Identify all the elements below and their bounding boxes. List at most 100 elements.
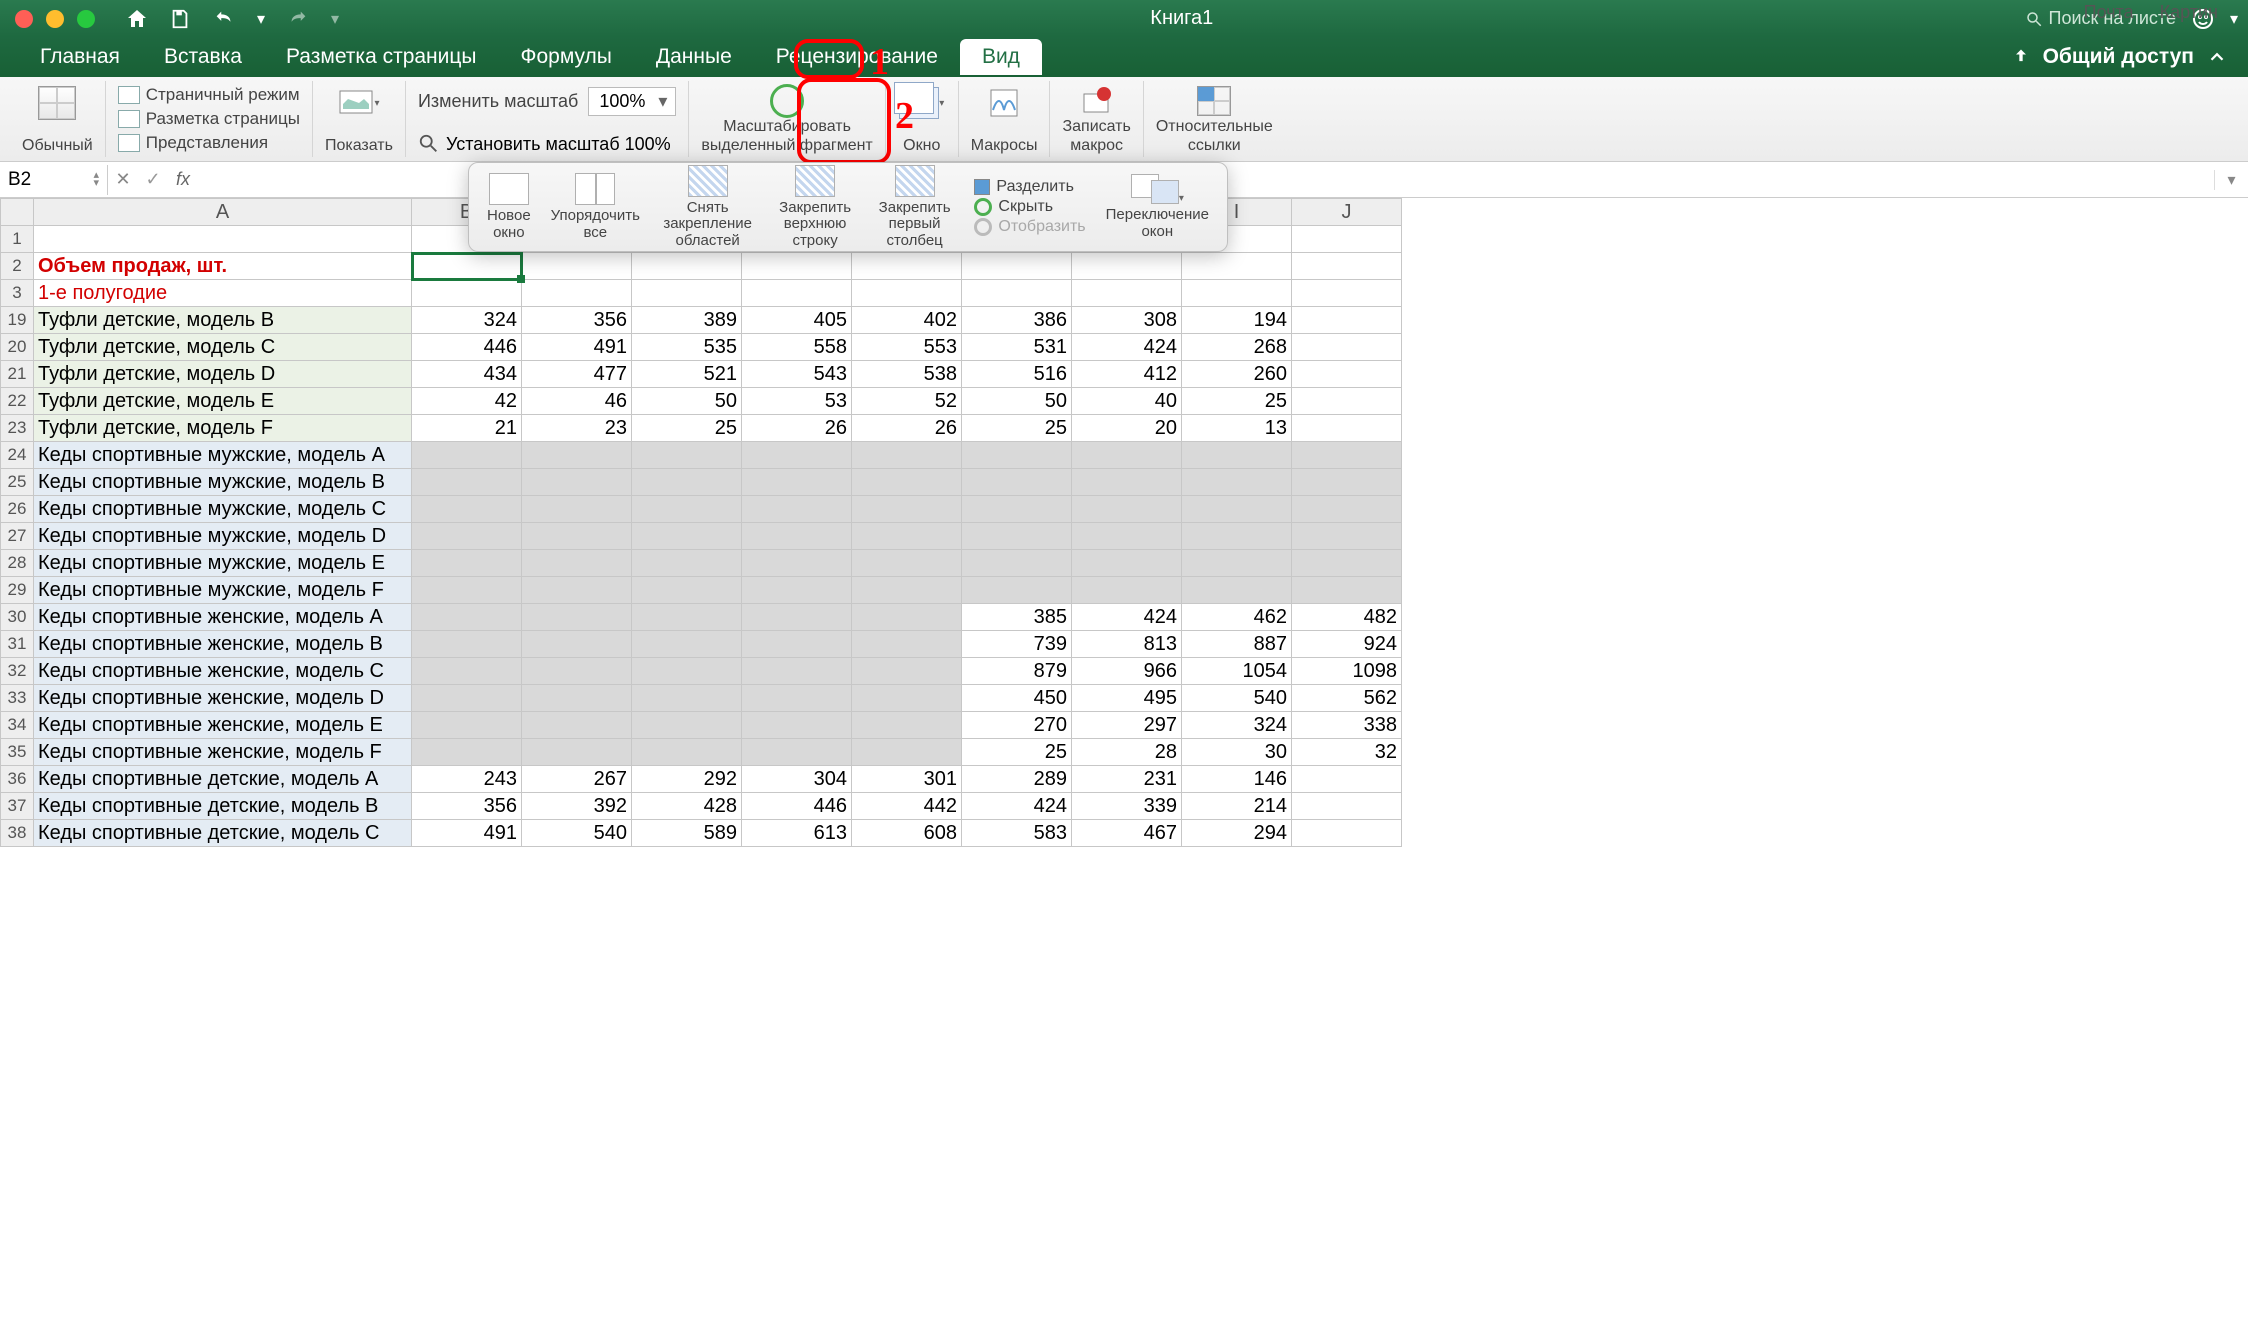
cell[interactable]	[1292, 280, 1402, 307]
cell[interactable]	[742, 712, 852, 739]
cell[interactable]	[852, 631, 962, 658]
cell[interactable]: 540	[522, 820, 632, 847]
cell[interactable]	[1072, 280, 1182, 307]
cell[interactable]	[852, 712, 962, 739]
row-header[interactable]: 32	[1, 658, 34, 685]
row-header[interactable]: 26	[1, 496, 34, 523]
cell[interactable]: 424	[1072, 334, 1182, 361]
cell[interactable]: Кеды спортивные женские, модель D	[34, 685, 412, 712]
cell[interactable]	[742, 496, 852, 523]
cell[interactable]	[962, 442, 1072, 469]
row-header[interactable]: 1	[1, 226, 34, 253]
cell[interactable]	[1292, 766, 1402, 793]
cell[interactable]: Кеды спортивные мужские, модель E	[34, 550, 412, 577]
cell[interactable]	[522, 253, 632, 280]
cell[interactable]	[412, 631, 522, 658]
cell[interactable]: Кеды спортивные детские, модель C	[34, 820, 412, 847]
cell[interactable]: 20	[1072, 415, 1182, 442]
cell[interactable]: Кеды спортивные мужские, модель C	[34, 496, 412, 523]
cell[interactable]	[1292, 415, 1402, 442]
cell[interactable]: 446	[412, 334, 522, 361]
cell[interactable]	[1182, 253, 1292, 280]
cell[interactable]: 562	[1292, 685, 1402, 712]
cell[interactable]: 1054	[1182, 658, 1292, 685]
cell[interactable]: 214	[1182, 793, 1292, 820]
cell[interactable]	[522, 442, 632, 469]
cell[interactable]: 613	[742, 820, 852, 847]
cell[interactable]: 30	[1182, 739, 1292, 766]
row-header[interactable]: 20	[1, 334, 34, 361]
cell[interactable]	[412, 469, 522, 496]
cell[interactable]: 405	[742, 307, 852, 334]
cell[interactable]: 553	[852, 334, 962, 361]
cell[interactable]: 13	[1182, 415, 1292, 442]
cell[interactable]: 462	[1182, 604, 1292, 631]
cell[interactable]	[412, 658, 522, 685]
cell[interactable]: 46	[522, 388, 632, 415]
cell[interactable]	[632, 631, 742, 658]
cell[interactable]: 442	[852, 793, 962, 820]
cell[interactable]	[412, 712, 522, 739]
cell[interactable]: 491	[412, 820, 522, 847]
cell[interactable]: 25	[962, 415, 1072, 442]
unfreeze-panes-button[interactable]: Снять закрепление областей	[650, 163, 765, 252]
cell[interactable]: 21	[412, 415, 522, 442]
cell[interactable]	[1182, 577, 1292, 604]
zoom-100-button[interactable]: Установить масштаб 100%	[418, 133, 671, 155]
cell[interactable]: 356	[522, 307, 632, 334]
cell[interactable]: 25	[1182, 388, 1292, 415]
cell[interactable]: Туфли детские, модель B	[34, 307, 412, 334]
cell[interactable]	[742, 280, 852, 307]
cell[interactable]: 531	[962, 334, 1072, 361]
cell[interactable]: 231	[1072, 766, 1182, 793]
cell[interactable]	[1182, 280, 1292, 307]
relative-refs-button[interactable]: Относительные ссылки	[1144, 81, 1285, 157]
cell[interactable]	[742, 469, 852, 496]
cell[interactable]	[632, 685, 742, 712]
cell[interactable]	[1072, 442, 1182, 469]
row-header[interactable]: 38	[1, 820, 34, 847]
cell[interactable]	[1292, 550, 1402, 577]
cell[interactable]: 389	[632, 307, 742, 334]
cell[interactable]: 538	[852, 361, 962, 388]
cell[interactable]: Кеды спортивные женские, модель E	[34, 712, 412, 739]
traffic-close[interactable]	[15, 10, 33, 28]
row-header[interactable]: 31	[1, 631, 34, 658]
cell[interactable]: 260	[1182, 361, 1292, 388]
cell[interactable]: 879	[962, 658, 1072, 685]
cell[interactable]	[852, 523, 962, 550]
cell[interactable]: 146	[1182, 766, 1292, 793]
row-header[interactable]: 19	[1, 307, 34, 334]
cell[interactable]	[962, 253, 1072, 280]
ribbon-tab[interactable]: Формулы	[499, 39, 634, 75]
spreadsheet-grid[interactable]: ABCDEFGHIJ12Объем продаж, шт.31-е полуго…	[0, 198, 1402, 847]
new-window-button[interactable]: Новое окно	[477, 171, 541, 243]
cell[interactable]	[34, 226, 412, 253]
share-icon[interactable]	[2011, 47, 2031, 67]
cell[interactable]	[632, 550, 742, 577]
hide-window-button[interactable]: Скрыть	[974, 198, 1085, 216]
cell[interactable]	[1292, 361, 1402, 388]
cell[interactable]	[1072, 550, 1182, 577]
cell[interactable]: 40	[1072, 388, 1182, 415]
cell[interactable]: 589	[632, 820, 742, 847]
cell[interactable]	[742, 685, 852, 712]
cell[interactable]: 491	[522, 334, 632, 361]
confirm-formula-icon[interactable]: ✓	[138, 169, 168, 190]
row-header[interactable]: 37	[1, 793, 34, 820]
cell[interactable]	[522, 280, 632, 307]
cell[interactable]: 23	[522, 415, 632, 442]
cell[interactable]: Туфли детские, модель E	[34, 388, 412, 415]
cell[interactable]	[1072, 253, 1182, 280]
cell[interactable]: 543	[742, 361, 852, 388]
cell[interactable]	[1072, 577, 1182, 604]
cell[interactable]: 424	[1072, 604, 1182, 631]
cell[interactable]: Кеды спортивные мужские, модель A	[34, 442, 412, 469]
cell[interactable]	[412, 550, 522, 577]
redo-dropdown-icon[interactable]: ▾	[331, 9, 339, 29]
ribbon-tab[interactable]: Главная	[18, 39, 142, 75]
row-header[interactable]: 24	[1, 442, 34, 469]
cell[interactable]	[412, 253, 522, 280]
cell[interactable]	[742, 253, 852, 280]
macros-button[interactable]: Макросы	[959, 81, 1051, 157]
